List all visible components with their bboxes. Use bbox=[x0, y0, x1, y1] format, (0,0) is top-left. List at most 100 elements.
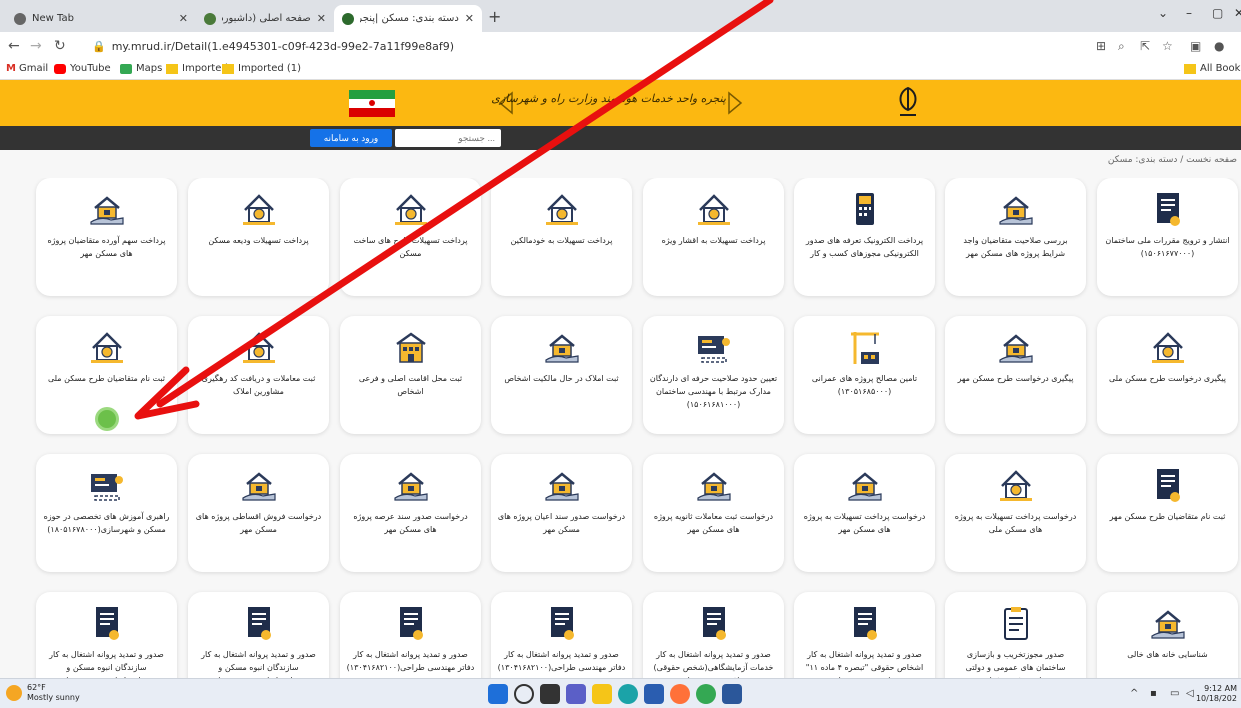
bookmark-youtube[interactable]: YouTube bbox=[54, 63, 111, 74]
service-card[interactable]: صدور مجوزتخریب و بازسازی ساختمان های عمو… bbox=[945, 592, 1086, 678]
service-card-label: ثبت محل اقامت اصلی و فرعی اشخاص bbox=[358, 374, 463, 396]
service-card[interactable]: انتشار و ترویج مقررات ملی ساختمان (۱۵۰۶۱… bbox=[1097, 178, 1238, 296]
profile-icon[interactable]: ● bbox=[1214, 39, 1224, 53]
store-icon[interactable] bbox=[644, 684, 664, 704]
service-card[interactable]: پرداخت تسهیلات طرح های ساخت مسکن bbox=[340, 178, 481, 296]
service-card[interactable]: پرداخت تسهیلات به خودمالکین bbox=[491, 178, 632, 296]
service-card[interactable]: ثبت املاک در حال مالکیت اشخاص bbox=[491, 316, 632, 434]
service-card[interactable]: پرداخت تسهیلات ودیعه مسکن bbox=[188, 178, 329, 296]
file-explorer-icon[interactable] bbox=[592, 684, 612, 704]
tab-title: دسته بندی: مسکن |پنجره واحد خد... bbox=[360, 13, 459, 24]
close-window-button[interactable]: ✕ bbox=[1234, 6, 1241, 20]
clock[interactable]: 9:12 AM 10/18/202 bbox=[1196, 684, 1237, 704]
service-card[interactable]: درخواست پرداخت تسهیلات به پروژه های مسکن… bbox=[794, 454, 935, 572]
volume-icon[interactable]: ◁ bbox=[1186, 688, 1194, 699]
service-card[interactable]: پیگیری درخواست طرح مسکن ملی bbox=[1097, 316, 1238, 434]
service-card[interactable]: ثبت معاملات و دریافت کد رهگیری مشاورین ا… bbox=[188, 316, 329, 434]
search-input[interactable] bbox=[395, 129, 501, 147]
service-card-label: درخواست صدور سند عرصه پروژه های مسکن مهر bbox=[353, 512, 468, 534]
bookmark-maps[interactable]: Maps bbox=[120, 63, 162, 74]
service-card[interactable]: صدور و تمدید پروانه اشتغال به کار دفاتر … bbox=[340, 592, 481, 678]
service-card[interactable]: صدور و تمدید پروانه اشتغال به کار سازندگ… bbox=[36, 592, 177, 678]
site-favicon-icon bbox=[342, 12, 354, 25]
document-icon bbox=[542, 604, 582, 644]
breadcrumb: صفحه نخست / دسته بندی: مسکن bbox=[1107, 155, 1237, 165]
service-card[interactable]: پرداخت تسهیلات به اقشار ویژه bbox=[643, 178, 784, 296]
service-card[interactable]: بررسی صلاحیت متقاضیان واجد شرایط پروژه ه… bbox=[945, 178, 1086, 296]
service-card[interactable]: ثبت نام متقاضیان طرح مسکن مهر bbox=[1097, 454, 1238, 572]
service-card[interactable]: صدور و تمدید پروانه اشتغال به کار سازندگ… bbox=[188, 592, 329, 678]
login-button[interactable]: ورود به سامانه bbox=[310, 129, 392, 147]
address-bar[interactable]: 🔒 my.mrud.ir/Detail(1.e4945301-c09f-423d… bbox=[82, 35, 1082, 57]
close-icon[interactable]: ✕ bbox=[179, 12, 188, 25]
youtube-icon bbox=[54, 63, 66, 74]
temperature: 62°F bbox=[27, 683, 46, 692]
tab-dashboard[interactable]: صفحه اصلی (داشبورد) | پنجره مل... ✕ bbox=[196, 5, 334, 32]
service-card[interactable]: صدور و تمدید پروانه اشتغال به کار اشخاص … bbox=[794, 592, 935, 678]
tab-new-tab[interactable]: New Tab ✕ bbox=[6, 5, 196, 32]
url-text: my.mrud.ir/Detail(1.e4945301-c09f-423d-9… bbox=[111, 39, 454, 53]
document-icon bbox=[239, 604, 279, 644]
network-icon[interactable]: ▪ bbox=[1150, 688, 1157, 699]
service-card-label: صدور و تمدید پروانه اشتغال به کار سازندگ… bbox=[49, 650, 164, 678]
service-card[interactable]: پرداخت الکترونیک تعرفه های صدور الکترونی… bbox=[794, 178, 935, 296]
house-coin-icon bbox=[391, 190, 431, 230]
chrome-icon[interactable] bbox=[696, 684, 716, 704]
service-card-label: درخواست فروش اقساطی پروژه های مسکن مهر bbox=[195, 512, 322, 534]
service-card[interactable]: ثبت محل اقامت اصلی و فرعی اشخاص bbox=[340, 316, 481, 434]
side-panel-icon[interactable]: ▣ bbox=[1190, 39, 1201, 53]
back-button[interactable]: ← bbox=[8, 38, 20, 54]
bookmark-gmail[interactable]: M Gmail bbox=[6, 63, 48, 74]
tab-search-icon[interactable]: ⌄ bbox=[1158, 6, 1168, 20]
windows-start-icon[interactable] bbox=[488, 684, 508, 704]
reload-button[interactable]: ↻ bbox=[54, 38, 66, 54]
firefox-icon[interactable] bbox=[670, 684, 690, 704]
display-icon[interactable]: ▭ bbox=[1170, 688, 1179, 699]
weather-widget[interactable]: 62°F Mostly sunny bbox=[6, 683, 80, 703]
service-card-label: تامین مصالح پروژه های عمرانی (۱۳۰۵۱۶۸۵۰۰… bbox=[811, 374, 918, 396]
service-card-label: بررسی صلاحیت متقاضیان واجد شرایط پروژه ه… bbox=[963, 236, 1068, 258]
service-card[interactable]: درخواست ثبت معاملات ثانویه پروژه های مسک… bbox=[643, 454, 784, 572]
tab-housing-category[interactable]: دسته بندی: مسکن |پنجره واحد خد... ✕ bbox=[334, 5, 482, 32]
service-card[interactable]: پرداخت سهم آورده متقاضیان پروژه های مسکن… bbox=[36, 178, 177, 296]
bookmark-imported[interactable]: Imported bbox=[166, 63, 228, 74]
service-card[interactable]: صدور و تمدید پروانه اشتغال به کار خدمات … bbox=[643, 592, 784, 678]
ministry-emblem-icon bbox=[899, 86, 917, 116]
translate-icon[interactable]: ⊞ bbox=[1096, 39, 1106, 53]
task-view-icon[interactable] bbox=[540, 684, 560, 704]
service-card[interactable]: راهبری آموزش های تخصصی در حوزه مسکن و شه… bbox=[36, 454, 177, 572]
edge-icon[interactable] bbox=[618, 684, 638, 704]
forward-button[interactable]: → bbox=[30, 38, 42, 54]
maximize-button[interactable]: ▢ bbox=[1212, 6, 1223, 20]
service-card[interactable]: پیگیری درخواست طرح مسکن مهر bbox=[945, 316, 1086, 434]
search-icon[interactable] bbox=[514, 684, 534, 704]
service-card[interactable]: تامین مصالح پروژه های عمرانی (۱۳۰۵۱۶۸۵۰۰… bbox=[794, 316, 935, 434]
service-card[interactable]: درخواست صدور سند عرصه پروژه های مسکن مهر bbox=[340, 454, 481, 572]
share-icon[interactable]: ⇱ bbox=[1140, 39, 1150, 53]
house-coin-icon bbox=[542, 190, 582, 230]
service-card[interactable]: شناسایی خانه های خالی bbox=[1097, 592, 1238, 678]
service-card[interactable]: صدور و تمدید پروانه اشتغال به کار دفاتر … bbox=[491, 592, 632, 678]
teams-icon[interactable] bbox=[566, 684, 586, 704]
close-icon[interactable]: ✕ bbox=[317, 12, 326, 25]
bookmark-imported-1[interactable]: Imported (1) bbox=[222, 63, 301, 74]
house-hand-icon bbox=[391, 466, 431, 506]
house-coin-icon bbox=[239, 190, 279, 230]
service-card-label: صدور و تمدید پروانه اشتغال به کار خدمات … bbox=[653, 650, 774, 678]
site-header: پنجره واحد خدمات هوشمند وزارت راه و شهرس… bbox=[0, 80, 1241, 126]
service-card[interactable]: درخواست فروش اقساطی پروژه های مسکن مهر bbox=[188, 454, 329, 572]
new-tab-button[interactable]: + bbox=[488, 7, 501, 26]
zoom-icon[interactable]: ⌕ bbox=[1118, 39, 1125, 54]
service-card[interactable]: درخواست پرداخت تسهیلات به پروژه های مسکن… bbox=[945, 454, 1086, 572]
bookmark-star-icon[interactable]: ☆ bbox=[1162, 39, 1173, 53]
service-card[interactable]: تعیین حدود صلاحیت حرفه ای دارندگان مدارک… bbox=[643, 316, 784, 434]
house-coin-icon bbox=[694, 190, 734, 230]
chevron-up-icon[interactable]: ^ bbox=[1130, 688, 1138, 699]
minimize-button[interactable]: – bbox=[1186, 6, 1192, 20]
close-icon[interactable]: ✕ bbox=[465, 12, 474, 25]
all-bookmarks[interactable]: All Bookmar bbox=[1184, 63, 1241, 74]
word-icon[interactable] bbox=[722, 684, 742, 704]
service-card[interactable]: درخواست صدور سند اعیان پروژه های مسکن مه… bbox=[491, 454, 632, 572]
service-card[interactable]: ثبت نام متقاضیان طرح مسکن ملی bbox=[36, 316, 177, 434]
tab-title: صفحه اصلی (داشبورد) | پنجره مل... bbox=[222, 13, 311, 24]
